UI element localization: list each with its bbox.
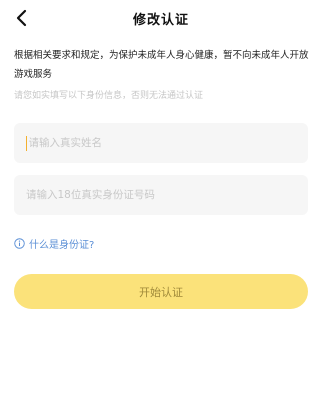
start-verification-button[interactable]: 开始认证 xyxy=(14,274,308,309)
page-title: 修改认证 xyxy=(132,13,189,28)
id-number-input[interactable] xyxy=(26,189,296,201)
what-is-id-link[interactable]: 什么是身份证? xyxy=(14,236,94,251)
info-circle-icon xyxy=(14,238,25,249)
policy-notice: 根据相关要求和规定，为保护未成年人身心健康，暂不向未成年人开放游戏服务 xyxy=(14,50,309,80)
id-number-field[interactable] xyxy=(14,175,308,215)
what-is-id-label: 什么是身份证? xyxy=(29,240,95,251)
real-name-field[interactable] xyxy=(14,123,308,163)
real-name-input[interactable] xyxy=(28,137,296,149)
top-bar: 修改认证 xyxy=(0,0,322,38)
form-hint: 请您如实填写以下身份信息，否则无法通过认证 xyxy=(14,91,204,101)
text-caret xyxy=(26,135,28,151)
